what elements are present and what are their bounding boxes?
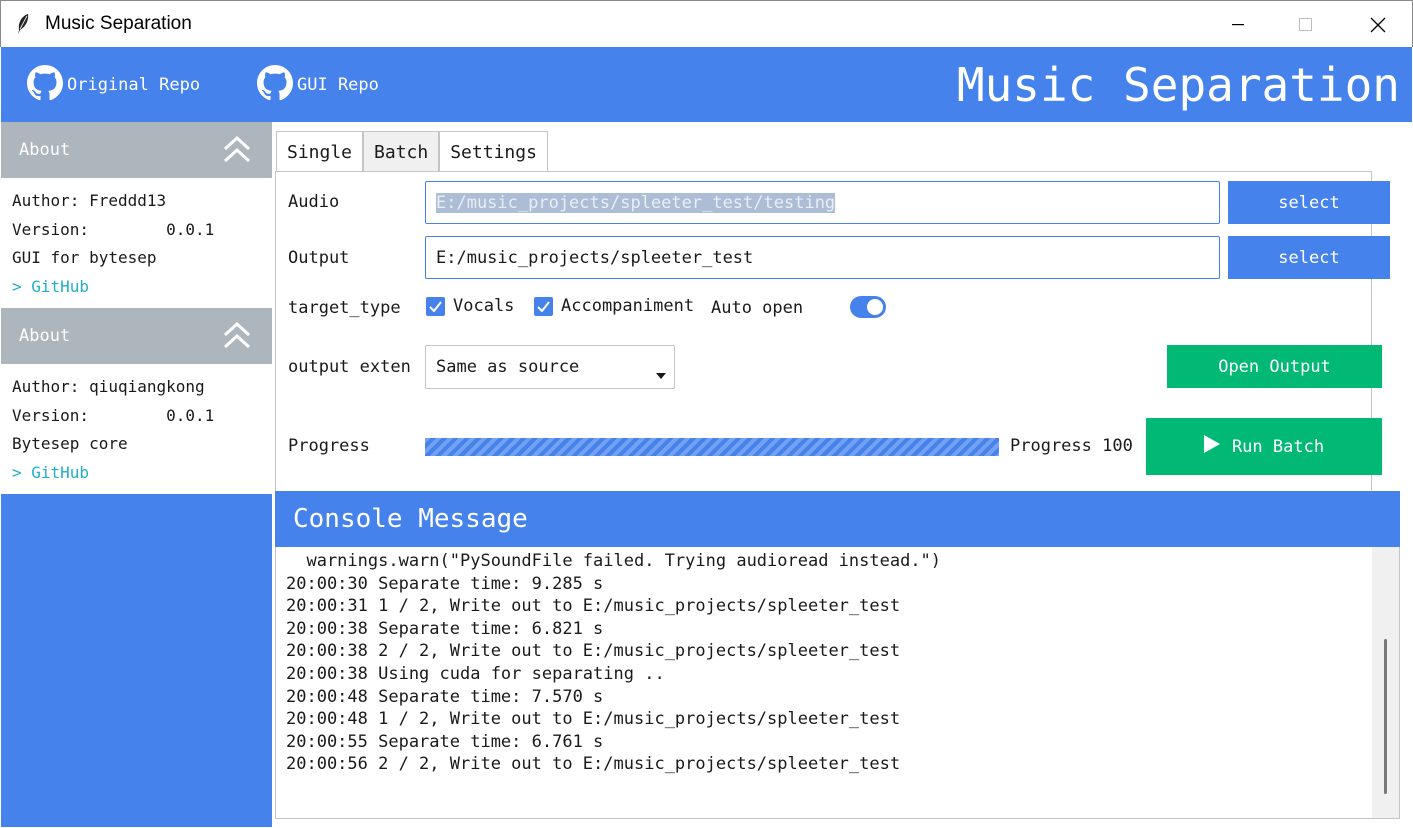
run-batch-label: Run Batch xyxy=(1231,436,1325,457)
original-repo-label: Original Repo xyxy=(67,75,201,95)
console-line: 20:00:56 2 / 2, Write out to E:/music_pr… xyxy=(286,754,901,775)
tab-batch[interactable]: Batch xyxy=(363,131,440,172)
console-header: Console Message xyxy=(275,491,1400,547)
target-type-label: target_type xyxy=(288,298,401,318)
progress-label: Progress xyxy=(288,436,370,456)
audio-label: Audio xyxy=(288,192,340,212)
close-button[interactable] xyxy=(1344,1,1412,48)
about-heading: About xyxy=(19,140,71,160)
output-extension-label: output exten xyxy=(288,357,411,377)
progress-bar xyxy=(425,438,999,456)
console-line: warnings.warn("PySoundFile failed. Tryin… xyxy=(286,551,942,571)
console-line: 20:00:38 Using cuda for separating .. xyxy=(286,663,665,684)
output-extension-select[interactable]: Same as source xyxy=(425,345,675,389)
accompaniment-label: Accompaniment xyxy=(561,296,695,316)
about-heading: About xyxy=(19,326,71,346)
gui-repo-label: GUI Repo xyxy=(297,75,379,95)
console-line: 20:00:48 Separate time: 7.570 s xyxy=(286,686,604,707)
author-text: Author: Freddd13 xyxy=(12,191,167,210)
audio-path-value: E:/music_projects/spleeter_test/testing xyxy=(436,192,836,213)
accompaniment-checkbox[interactable]: Accompaniment xyxy=(534,296,694,316)
open-output-button[interactable]: Open Output xyxy=(1167,345,1382,388)
window-title: Music Separation xyxy=(45,13,192,34)
checkmark-icon xyxy=(426,296,445,316)
auto-open-toggle[interactable] xyxy=(850,296,886,318)
console-lines: warnings.warn("PySoundFile failed. Tryin… xyxy=(286,550,941,776)
github-icon xyxy=(257,64,293,106)
console-line: 20:00:31 1 / 2, Write out to E:/music_pr… xyxy=(286,596,901,617)
maximize-button[interactable] xyxy=(1272,1,1340,48)
vocals-checkbox[interactable]: Vocals xyxy=(426,296,514,316)
chevron-up-icon[interactable] xyxy=(222,134,252,169)
window-titlebar: Music Separation xyxy=(0,0,1413,47)
audio-path-input[interactable]: E:/music_projects/spleeter_test/testing xyxy=(425,181,1220,224)
console-line: 20:00:38 2 / 2, Write out to E:/music_pr… xyxy=(286,641,901,662)
main-area: Single Batch Settings Audio E:/music_pro… xyxy=(272,122,1413,828)
app-title: Music Separation xyxy=(956,58,1400,112)
progress-text: Progress 100 xyxy=(1010,436,1133,456)
checkmark-icon xyxy=(534,296,553,316)
tab-settings[interactable]: Settings xyxy=(439,131,548,172)
dropdown-arrow-icon xyxy=(656,373,666,379)
console-line: 20:00:48 1 / 2, Write out to E:/music_pr… xyxy=(286,709,901,730)
gui-repo-link[interactable]: GUI Repo xyxy=(257,64,379,106)
audio-select-button[interactable]: select xyxy=(1228,181,1390,224)
chevron-up-icon[interactable] xyxy=(222,320,252,355)
console-line: 20:00:55 Separate time: 6.761 s xyxy=(286,731,604,752)
author-text: Author: qiuqiangkong xyxy=(12,377,205,396)
feather-icon xyxy=(1,1,45,48)
output-extension-value: Same as source xyxy=(436,357,580,377)
description-text: GUI for bytesep xyxy=(12,248,157,267)
batch-panel: Audio E:/music_projects/spleeter_test/te… xyxy=(275,171,1390,491)
auto-open-label: Auto open xyxy=(711,298,804,318)
github-icon xyxy=(27,64,63,106)
play-icon xyxy=(1203,435,1220,458)
app-header: Original Repo GUI Repo Music Separation xyxy=(1,47,1412,122)
output-label: Output xyxy=(288,248,350,268)
github-link[interactable]: > GitHub xyxy=(12,459,272,488)
tab-bar: Single Batch Settings xyxy=(276,131,548,172)
description-text: Bytesep core xyxy=(12,434,128,453)
console-line: 20:00:38 Separate time: 6.821 s xyxy=(286,618,604,639)
run-batch-button[interactable]: Run Batch xyxy=(1146,418,1382,475)
about-section-header[interactable]: About xyxy=(1,308,272,364)
console-line: 20:00:30 Separate time: 9.285 s xyxy=(286,573,604,594)
sidebar: About Author: Freddd13 Version: 0.0.1 GU… xyxy=(1,122,272,827)
version-text: Version: 0.0.1 xyxy=(12,405,215,425)
output-select-button[interactable]: select xyxy=(1228,236,1390,279)
about-section-header[interactable]: About xyxy=(1,122,272,178)
minimize-button[interactable] xyxy=(1204,1,1272,48)
tab-single[interactable]: Single xyxy=(276,131,364,172)
about-section-body: Author: qiuqiangkong Version: 0.0.1 Byte… xyxy=(1,364,272,494)
github-link[interactable]: > GitHub xyxy=(12,273,272,302)
output-path-input[interactable]: E:/music_projects/spleeter_test xyxy=(425,236,1220,279)
vocals-label: Vocals xyxy=(453,296,515,316)
original-repo-link[interactable]: Original Repo xyxy=(27,64,201,106)
version-text: Version: 0.0.1 xyxy=(12,219,215,239)
about-section-body: Author: Freddd13 Version: 0.0.1 GUI for … xyxy=(1,178,272,308)
console-output[interactable]: warnings.warn("PySoundFile failed. Tryin… xyxy=(275,547,1400,819)
console-scrollbar[interactable] xyxy=(1372,547,1399,818)
